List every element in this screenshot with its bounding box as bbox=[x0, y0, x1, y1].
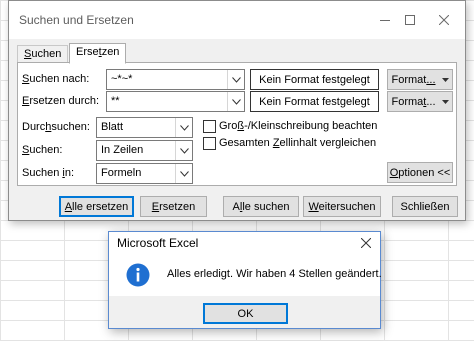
search-order-label: Suchen: bbox=[22, 144, 63, 156]
find-input[interactable]: ~*~* bbox=[106, 69, 245, 90]
chevron-down-icon[interactable] bbox=[175, 141, 192, 160]
find-value: ~*~* bbox=[111, 73, 133, 85]
options-button[interactable]: Optionen << bbox=[387, 162, 453, 183]
within-select[interactable]: Blatt bbox=[96, 117, 193, 138]
within-label: Durchsuchen: bbox=[22, 121, 90, 133]
match-entire-label: Gesamten Zellinhalt vergleichen bbox=[219, 137, 377, 149]
chevron-down-icon[interactable] bbox=[227, 70, 244, 89]
match-case-checkbox[interactable] bbox=[203, 120, 216, 133]
maximize-icon[interactable] bbox=[398, 9, 422, 31]
chevron-down-icon[interactable] bbox=[227, 92, 244, 111]
search-order-select[interactable]: In Zeilen bbox=[96, 140, 193, 161]
match-entire-checkbox[interactable] bbox=[203, 137, 216, 150]
close-icon[interactable] bbox=[432, 9, 456, 31]
look-in-label: Suchen in: bbox=[22, 167, 75, 179]
find-label: Suchen nach: bbox=[22, 73, 90, 85]
look-in-select[interactable]: Formeln bbox=[96, 163, 193, 184]
within-value: Blatt bbox=[101, 121, 124, 133]
replace-format-button[interactable]: Format... bbox=[387, 91, 453, 112]
chevron-down-icon[interactable] bbox=[175, 118, 192, 137]
find-all-button[interactable]: Alle suchen bbox=[223, 196, 299, 217]
match-case-label: Groß-/Kleinschreibung beachten bbox=[219, 120, 378, 132]
find-format-preview: Kein Format festgelegt bbox=[250, 69, 379, 90]
close-icon[interactable] bbox=[356, 233, 376, 253]
replace-all-button[interactable]: Alle ersetzen bbox=[59, 196, 134, 217]
dialog-titlebar: Suchen und Ersetzen bbox=[9, 1, 465, 39]
replace-format-preview: Kein Format festgelegt bbox=[250, 91, 379, 112]
look-in-value: Formeln bbox=[101, 167, 142, 179]
message-title: Microsoft Excel bbox=[117, 236, 199, 250]
find-format-button[interactable]: Format... bbox=[387, 69, 453, 90]
message-titlebar: Microsoft Excel bbox=[109, 232, 380, 254]
replace-value: ** bbox=[111, 95, 120, 107]
message-body: Alles erledigt. Wir haben 4 Stellen geän… bbox=[109, 254, 382, 296]
ok-button[interactable]: OK bbox=[203, 303, 288, 324]
find-next-button[interactable]: Weitersuchen bbox=[303, 196, 381, 217]
message-footer: OK bbox=[109, 296, 380, 328]
replace-input[interactable]: ** bbox=[106, 91, 245, 112]
tab-replace[interactable]: Ersetzen bbox=[69, 43, 127, 64]
chevron-down-icon[interactable] bbox=[175, 164, 192, 183]
find-replace-dialog: Suchen und Ersetzen Suchen Ersetzen Such… bbox=[8, 0, 466, 221]
replace-panel: Suchen nach: ~*~* Kein Format festgelegt… bbox=[17, 62, 457, 186]
message-box: Microsoft Excel Alles erledigt. Wir habe… bbox=[108, 231, 382, 329]
replace-label: Ersetzen durch: bbox=[22, 95, 100, 107]
replace-button[interactable]: Ersetzen bbox=[140, 196, 207, 217]
search-order-value: In Zeilen bbox=[101, 144, 144, 156]
tab-find[interactable]: Suchen bbox=[17, 45, 69, 62]
info-icon bbox=[126, 263, 150, 287]
tab-find-label-c: uchen bbox=[31, 48, 62, 60]
close-button[interactable]: Schließen bbox=[392, 196, 458, 217]
tab-replace-label-c: zen bbox=[101, 46, 120, 58]
dialog-title: Suchen und Ersetzen bbox=[19, 13, 134, 27]
tab-replace-label-a: Erse bbox=[76, 46, 99, 58]
message-text: Alles erledigt. Wir haben 4 Stellen geän… bbox=[167, 268, 382, 280]
minimize-icon[interactable] bbox=[373, 9, 397, 31]
